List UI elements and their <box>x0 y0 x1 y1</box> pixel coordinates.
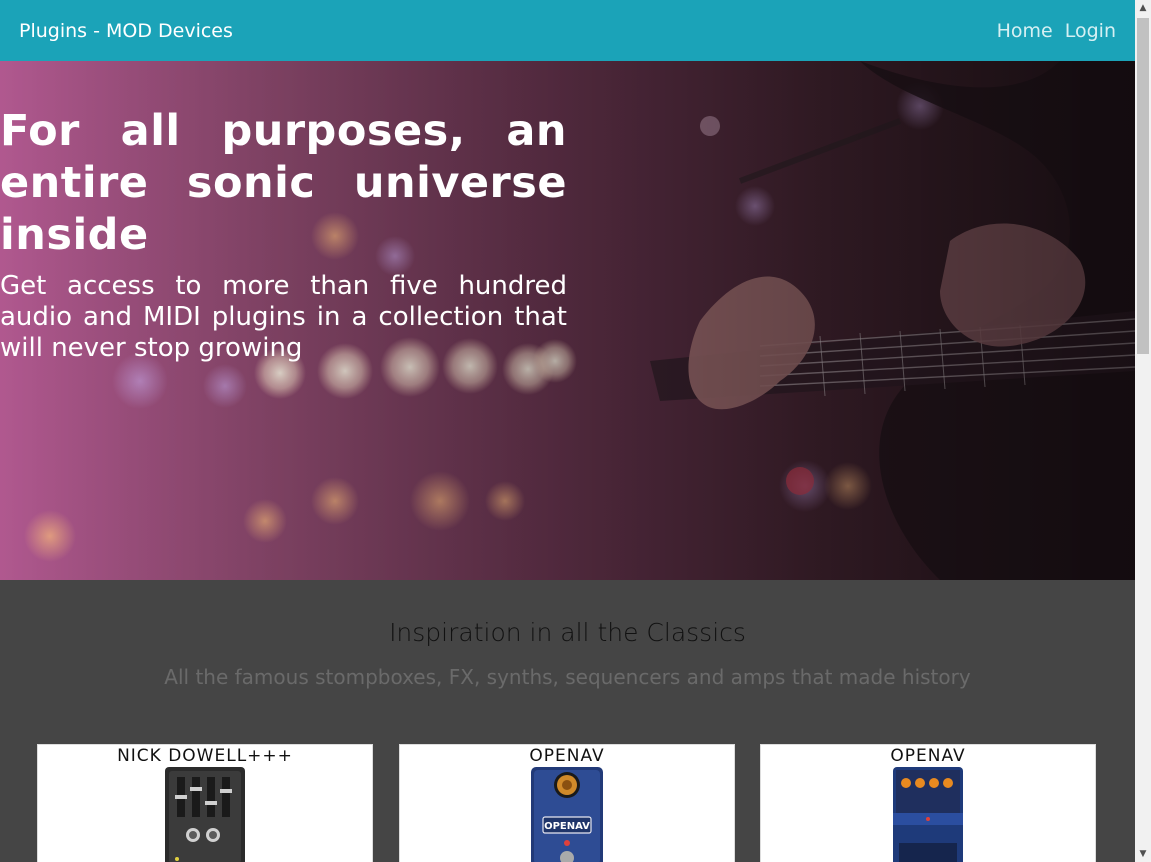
plugin-card[interactable]: OPENAV <box>760 744 1096 862</box>
hero-banner: For all purposes, an entire sonic univer… <box>0 61 1135 580</box>
hero-text-block: For all purposes, an entire sonic univer… <box>0 105 567 364</box>
hero-title-line: entire sonic universe <box>0 158 567 208</box>
brand-title[interactable]: Plugins - MOD Devices <box>19 20 233 42</box>
nav-links: Home Login <box>997 20 1116 42</box>
openav-pedal-label: OPENAV <box>544 821 590 832</box>
hero-title-line: For all purposes, an <box>0 106 567 156</box>
plugin-card[interactable]: OPENAV OPENAV <box>399 744 735 862</box>
scrollbar-thumb[interactable] <box>1137 18 1149 354</box>
plugin-card-brand: NICK DOWELL+++ <box>117 746 293 766</box>
section-subtitle: All the famous stompboxes, FX, synths, s… <box>164 665 971 689</box>
plugin-card[interactable]: NICK DOWELL+++ <box>37 744 373 862</box>
nav-home-link[interactable]: Home <box>997 20 1053 42</box>
hero-title-line: inside <box>0 210 149 260</box>
hero-subtitle: Get access to more than five hundred aud… <box>0 271 567 363</box>
openav-pedal-image: OPENAV <box>531 767 603 862</box>
scroll-down-icon[interactable]: ▼ <box>1135 846 1151 862</box>
openav-blue-pedal-image <box>893 767 963 862</box>
page-scrollbar[interactable]: ▲ ▼ <box>1135 0 1151 862</box>
hero-title: For all purposes, an entire sonic univer… <box>0 105 567 261</box>
section-title: Inspiration in all the Classics <box>389 618 746 647</box>
plugin-card-brand: OPENAV <box>529 746 605 766</box>
plugin-card-brand: OPENAV <box>890 746 966 766</box>
amsynth-pedal-image <box>165 767 245 862</box>
top-navbar: Plugins - MOD Devices Home Login <box>0 0 1135 61</box>
nav-login-link[interactable]: Login <box>1065 20 1116 42</box>
scroll-up-icon[interactable]: ▲ <box>1135 0 1151 16</box>
